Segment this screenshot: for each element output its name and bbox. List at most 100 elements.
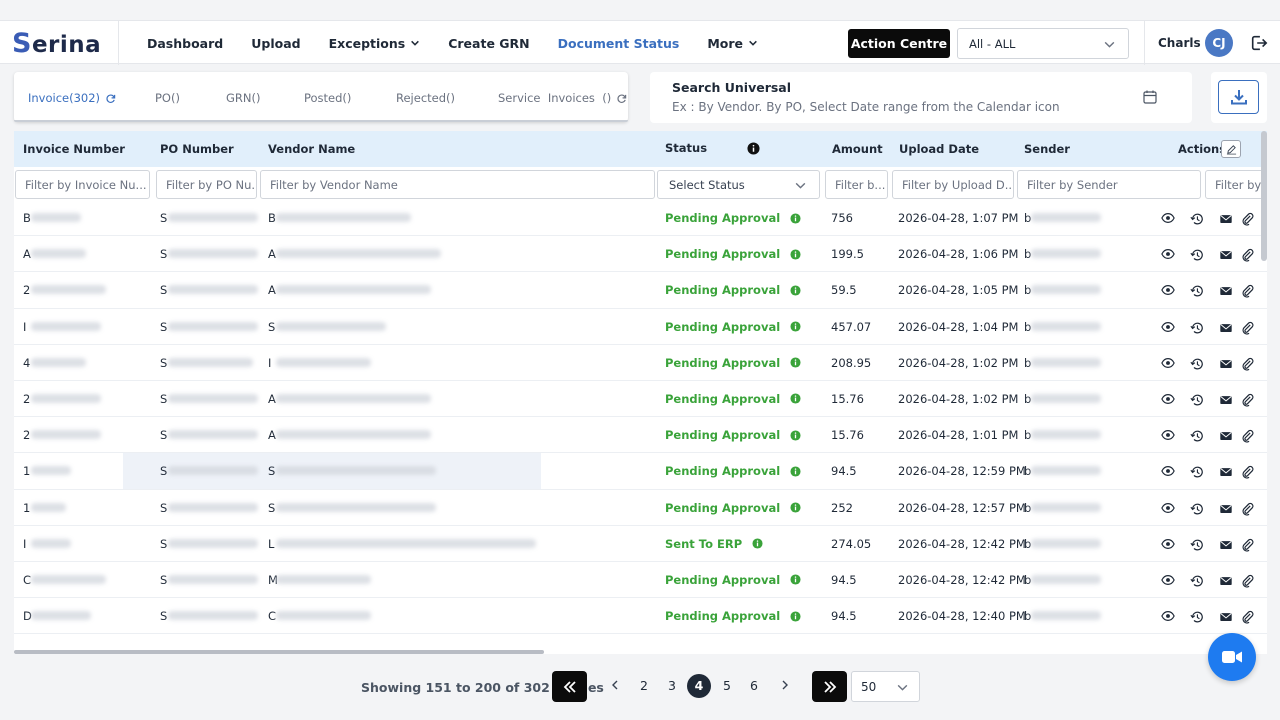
invoice-number-cell[interactable]: I <box>23 320 26 334</box>
history-action[interactable] <box>1189 573 1205 589</box>
attachment-action[interactable] <box>1240 283 1256 299</box>
extra-filter[interactable] <box>1205 170 1267 199</box>
info-icon[interactable] <box>790 574 801 585</box>
first-page-button[interactable] <box>552 671 587 702</box>
download-button[interactable] <box>1218 80 1259 114</box>
chevron-right-icon[interactable] <box>779 679 791 691</box>
table-row[interactable]: 1 S S Pending Approval 252 2026-04-28, 12:57 … <box>14 490 1267 526</box>
history-action[interactable] <box>1189 428 1205 444</box>
page-number[interactable]: 6 <box>745 678 763 693</box>
tab-0[interactable]: Invoice(302) <box>28 91 116 105</box>
email-action[interactable] <box>1218 211 1234 227</box>
history-action[interactable] <box>1189 537 1205 553</box>
email-action[interactable] <box>1218 428 1234 444</box>
info-icon[interactable] <box>752 538 763 549</box>
table-row[interactable]: 2 S A Pending Approval 15.76 2026-04-28, 1:02… <box>14 381 1267 418</box>
attachment-action[interactable] <box>1240 247 1256 263</box>
header-amount[interactable]: Amount <box>832 142 883 156</box>
view-action[interactable] <box>1160 572 1176 588</box>
table-row[interactable]: 1 S S Pending Approval 94.5 2026-04-28, 12:59… <box>14 453 1267 490</box>
info-icon[interactable] <box>790 466 801 477</box>
history-action[interactable] <box>1189 356 1205 372</box>
history-action[interactable] <box>1189 320 1205 336</box>
attachment-action[interactable] <box>1240 537 1256 553</box>
view-action[interactable] <box>1160 463 1176 479</box>
invoice-number-cell[interactable]: 2 <box>23 428 30 442</box>
info-icon[interactable] <box>790 357 801 368</box>
nav-item-more[interactable]: More <box>707 36 758 51</box>
table-row[interactable]: I S S Pending Approval 457.07 2026-04-28, 1:0… <box>14 309 1267 345</box>
sender-filter[interactable] <box>1017 170 1201 199</box>
email-action[interactable] <box>1218 573 1234 589</box>
header-status[interactable]: Status <box>665 141 707 155</box>
table-row[interactable]: I S L Sent To ERP 274.05 2026-04-28, 12:42 PM… <box>14 526 1267 562</box>
header-invoice-number[interactable]: Invoice Number <box>23 142 125 156</box>
tab-4[interactable]: Rejected() <box>396 91 455 105</box>
view-action[interactable] <box>1160 246 1176 262</box>
invoice-number-cell[interactable]: B <box>23 211 31 225</box>
info-icon[interactable] <box>790 321 801 332</box>
attachment-action[interactable] <box>1240 356 1256 372</box>
email-action[interactable] <box>1218 392 1234 408</box>
vendor-name-filter[interactable] <box>260 170 655 199</box>
chevron-left-icon[interactable] <box>609 679 621 691</box>
entity-select[interactable]: All - ALL <box>957 28 1129 59</box>
view-action[interactable] <box>1160 282 1176 298</box>
history-action[interactable] <box>1189 501 1205 517</box>
email-action[interactable] <box>1218 283 1234 299</box>
email-action[interactable] <box>1218 537 1234 553</box>
video-call-button[interactable] <box>1208 633 1256 681</box>
header-sender[interactable]: Sender <box>1024 142 1070 156</box>
nav-item-upload[interactable]: Upload <box>251 36 300 51</box>
history-action[interactable] <box>1189 392 1205 408</box>
info-icon[interactable] <box>790 249 801 260</box>
attachment-action[interactable] <box>1240 609 1256 625</box>
last-page-button[interactable] <box>812 671 847 702</box>
search-input[interactable]: Ex : By Vendor. By PO, Select Date range… <box>672 100 1060 114</box>
avatar[interactable]: CJ <box>1205 29 1233 57</box>
refresh-icon[interactable] <box>105 93 116 104</box>
attachment-action[interactable] <box>1240 211 1256 227</box>
history-action[interactable] <box>1189 247 1205 263</box>
nav-item-exceptions[interactable]: Exceptions <box>329 36 421 51</box>
nav-item-create-grn[interactable]: Create GRN <box>448 36 529 51</box>
horizontal-scrollbar[interactable] <box>14 650 544 654</box>
tab-1[interactable]: PO() <box>155 91 180 105</box>
email-action[interactable] <box>1218 609 1234 625</box>
invoice-number-cell[interactable]: 4 <box>23 356 30 370</box>
history-action[interactable] <box>1189 464 1205 480</box>
logout-icon[interactable] <box>1250 34 1268 52</box>
refresh-icon[interactable] <box>616 93 627 104</box>
page-number[interactable]: 5 <box>718 678 736 693</box>
header-upload-date[interactable]: Upload Date <box>899 142 979 156</box>
email-action[interactable] <box>1218 320 1234 336</box>
edit-columns-button[interactable] <box>1221 140 1241 158</box>
history-action[interactable] <box>1189 283 1205 299</box>
header-po-number[interactable]: PO Number <box>160 142 234 156</box>
invoice-number-cell[interactable]: 2 <box>23 392 30 406</box>
info-icon[interactable] <box>747 142 760 155</box>
tab-5[interactable]: Service Invoices () <box>498 91 627 105</box>
view-action[interactable] <box>1160 391 1176 407</box>
email-action[interactable] <box>1218 356 1234 372</box>
table-row[interactable]: 2 S A Pending Approval 59.5 2026-04-28, 1:05 … <box>14 272 1267 309</box>
page-number[interactable]: 3 <box>663 678 681 693</box>
universal-search[interactable]: Search Universal Ex : By Vendor. By PO, … <box>650 72 1192 123</box>
table-row[interactable]: 4 S I Pending Approval 208.95 2026-04-28, 1:0… <box>14 345 1267 381</box>
invoice-number-cell[interactable]: I <box>23 537 26 551</box>
calendar-icon[interactable] <box>1142 89 1158 105</box>
info-icon[interactable] <box>790 502 801 513</box>
table-row[interactable]: 2 S A Pending Approval 15.76 2026-04-28, 1:01… <box>14 417 1267 454</box>
view-action[interactable] <box>1160 210 1176 226</box>
upload-date-filter[interactable] <box>892 170 1014 199</box>
view-action[interactable] <box>1160 427 1176 443</box>
email-action[interactable] <box>1218 247 1234 263</box>
action-centre-button[interactable]: Action Centre <box>848 29 950 58</box>
invoice-number-cell[interactable]: A <box>23 247 31 261</box>
table-row[interactable]: B S B Pending Approval 756 2026-04-28, 1:07 P… <box>14 200 1267 237</box>
attachment-action[interactable] <box>1240 464 1256 480</box>
amount-filter[interactable] <box>825 170 888 199</box>
history-action[interactable] <box>1189 609 1205 625</box>
invoice-number-filter[interactable] <box>15 170 150 199</box>
current-page[interactable]: 4 <box>687 674 711 698</box>
